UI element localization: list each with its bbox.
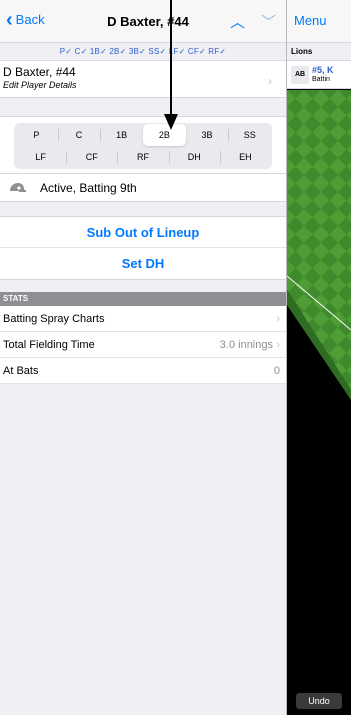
stats-header: STATS <box>0 292 286 306</box>
stat-value: 3.0 innings <box>219 338 273 351</box>
baseball-field[interactable] <box>287 90 351 715</box>
position-2b[interactable]: 2B <box>143 124 186 146</box>
position-c[interactable]: C <box>57 124 101 146</box>
undo-button[interactable]: Undo <box>296 693 342 709</box>
chevron-right-icon: › <box>276 338 280 351</box>
batter-number: #5, K <box>312 64 334 75</box>
chevron-up-icon[interactable]: ︿ <box>230 11 245 32</box>
player-nav-arrows: ︿ ﹀ <box>230 11 276 32</box>
stat-label: At Bats <box>3 364 39 377</box>
player-subtitle: Edit Player Details <box>3 80 77 90</box>
team-name: Lions <box>287 43 351 61</box>
position-segmented-control: P C 1B 2B 3B SS LF CF RF DH EH <box>14 123 272 169</box>
player-name: D Baxter, #44 <box>3 65 76 79</box>
chevron-right-icon: › <box>268 74 272 88</box>
menu-button[interactable]: Menu <box>294 13 327 28</box>
stat-value: 0 <box>273 364 280 377</box>
position-rf[interactable]: RF <box>117 146 168 168</box>
batter-status: Battin <box>312 75 330 83</box>
right-nav-bar: Menu <box>287 0 351 43</box>
position-lf[interactable]: LF <box>15 146 66 168</box>
position-1b[interactable]: 1B <box>100 124 143 146</box>
edit-player-row[interactable]: D Baxter, #44 Edit Player Details › <box>0 61 286 98</box>
stat-row-fielding-time[interactable]: Total Fielding Time 3.0 innings › <box>0 332 286 358</box>
current-at-bat-row[interactable]: AB #5, K Battin <box>287 61 351 89</box>
ab-badge: AB <box>291 65 309 84</box>
positions-played-strip: P✓ C✓ 1B✓ 2B✓ 3B✓ SS✓ LF✓ CF✓ RF✓ <box>0 43 286 61</box>
status-row: Active, Batting 9th <box>0 174 286 202</box>
stat-label: Batting Spray Charts <box>3 312 105 325</box>
stat-row-at-bats: At Bats 0 <box>0 358 286 384</box>
position-dh[interactable]: DH <box>168 146 220 168</box>
chevron-down-icon[interactable]: ﹀ <box>261 11 276 32</box>
position-picker: P C 1B 2B 3B SS LF CF RF DH EH <box>0 116 286 174</box>
stat-row-spray-charts[interactable]: Batting Spray Charts › <box>0 306 286 332</box>
stat-label: Total Fielding Time <box>3 338 95 351</box>
player-detail-panel: ‹ Back D Baxter, #44 ︿ ﹀ P✓ C✓ 1B✓ 2B✓ 3… <box>0 0 286 715</box>
set-dh-button[interactable]: Set DH <box>0 248 286 280</box>
position-cf[interactable]: CF <box>66 146 117 168</box>
status-text: Active, Batting 9th <box>40 180 137 195</box>
field-panel: Menu Lions AB #5, K Battin Undo <box>287 0 351 715</box>
position-p[interactable]: P <box>15 124 58 146</box>
position-ss[interactable]: SS <box>228 124 271 146</box>
nav-bar: ‹ Back D Baxter, #44 ︿ ﹀ <box>0 0 286 43</box>
sub-out-button[interactable]: Sub Out of Lineup <box>0 216 286 248</box>
position-eh[interactable]: EH <box>219 146 271 168</box>
batting-helmet-icon <box>10 182 26 192</box>
chevron-right-icon: › <box>276 312 280 325</box>
position-3b[interactable]: 3B <box>186 124 229 146</box>
